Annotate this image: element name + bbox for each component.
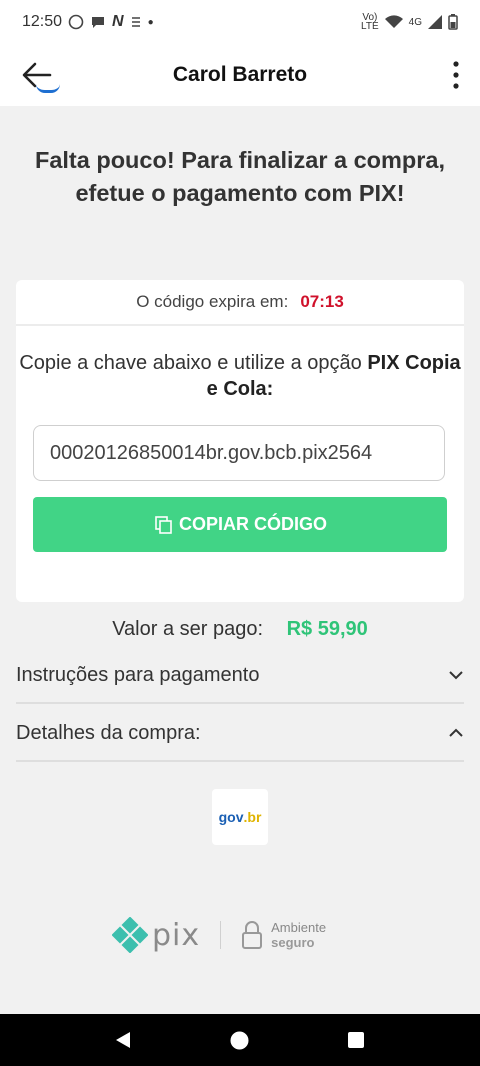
pix-payment-card: O código expira em: 07:13 Copie a chave … [16, 280, 464, 602]
payment-amount-row: Valor a ser pago: R$ 59,90 [0, 618, 480, 641]
dot-icon: ● [147, 16, 154, 28]
govbr-gov: gov [218, 809, 244, 825]
app-bar-title: Carol Barreto [172, 63, 308, 86]
more-vert-icon[interactable] [446, 58, 466, 92]
status-right: Vo) LTE 4G [361, 12, 458, 32]
accordion-instructions-label: Instruções para pagamento [16, 663, 260, 686]
footer-divider [220, 921, 222, 949]
n-app-icon: N [112, 13, 124, 30]
expiry-label: O código expira em: [136, 292, 289, 311]
secure-line-2: seguro [271, 935, 315, 950]
govbr-br: .br [243, 809, 262, 825]
payment-amount-label: Valor a ser pago: [112, 618, 264, 640]
instruction-text: Copie a chave abaixo e utilize a opção [19, 352, 362, 374]
pix-code-value: 00020126850014br.gov.bcb.pix2564 [50, 441, 373, 464]
copy-button-label: COPIAR CÓDIGO [178, 514, 327, 534]
nav-home-icon[interactable] [230, 1031, 249, 1050]
expiry-timer: 07:13 [300, 292, 344, 311]
whatsapp-icon [68, 14, 84, 30]
battery-icon [448, 14, 458, 30]
signal-icon [428, 15, 442, 29]
pix-code-field[interactable]: 00020126850014br.gov.bcb.pix2564 [33, 425, 445, 481]
accordion-payment-instructions[interactable]: Instruções para pagamento [16, 648, 464, 704]
page-headline: Falta pouco! Para finalizar a compra, ef… [34, 147, 446, 206]
status-time: 12:50 [22, 13, 63, 30]
pix-wordmark: pix [152, 917, 201, 953]
accordion-purchase-details[interactable]: Detalhes da compra: [16, 706, 464, 762]
copy-instruction: Copie a chave abaixo e utilize a opção P… [16, 350, 464, 402]
secure-environment-text: Ambiente seguro [271, 920, 326, 950]
app-bar: Carol Barreto [0, 44, 480, 106]
payment-amount-value: R$ 59,90 [286, 618, 368, 640]
chevron-up-icon [449, 728, 463, 737]
copy-icon [155, 515, 172, 534]
footer-badges: pix Ambiente seguro [112, 912, 372, 958]
system-nav-bar [0, 1014, 480, 1066]
accordion-details-label: Detalhes da compra: [16, 721, 201, 744]
notification-icon [131, 17, 140, 27]
network-type: 4G [408, 16, 422, 28]
govbr-logo: gov .br [212, 789, 268, 845]
lock-icon [242, 921, 263, 949]
nav-back-icon[interactable] [114, 1031, 132, 1049]
nav-recents-icon[interactable] [348, 1032, 364, 1048]
expiry-row: O código expira em: 07:13 [16, 280, 464, 326]
copy-code-button[interactable]: COPIAR CÓDIGO [33, 497, 447, 552]
chevron-down-icon [449, 671, 463, 680]
status-bar: 12:50 N ● Vo) LTE 4G [0, 0, 480, 44]
volte-icon: Vo) LTE [361, 12, 379, 32]
status-left: 12:50 N ● [22, 13, 154, 31]
pix-logo-icon [112, 917, 148, 953]
wifi-icon [384, 15, 403, 28]
chat-icon [92, 17, 105, 28]
secure-line-1: Ambiente [271, 920, 327, 935]
